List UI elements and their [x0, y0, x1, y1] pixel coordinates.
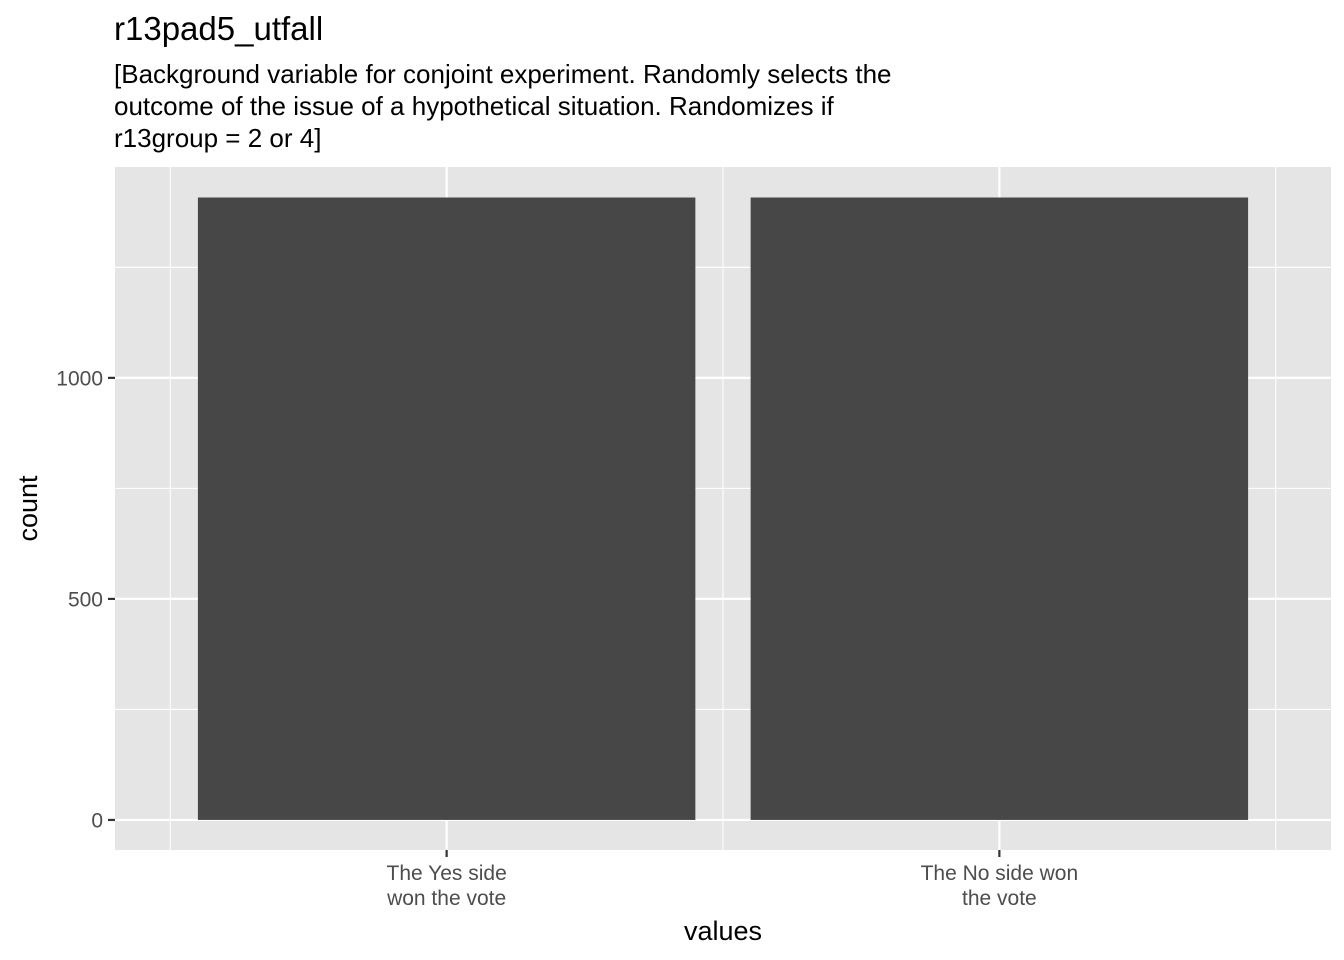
x-tick-label-line: the vote	[962, 887, 1037, 910]
x-tick-label-line: won the vote	[386, 887, 506, 910]
y-axis-title: count	[13, 475, 43, 542]
y-tick-label: 500	[68, 588, 103, 611]
x-tick-label: The Yes side won the vote	[386, 862, 507, 910]
bar	[197, 197, 696, 820]
x-tick-label-line: The Yes side	[387, 862, 507, 885]
bar	[750, 197, 1249, 820]
x-axis-title: values	[684, 916, 762, 946]
y-tick-label: 1000	[56, 367, 103, 390]
bar-chart: 0 500 1000 The Yes side won the vote The No s…	[13, 167, 1331, 946]
x-tick-label: The No side won the vote	[921, 862, 1079, 910]
y-tick-label: 0	[91, 809, 103, 832]
x-tick-label-line: The No side won	[921, 862, 1079, 885]
